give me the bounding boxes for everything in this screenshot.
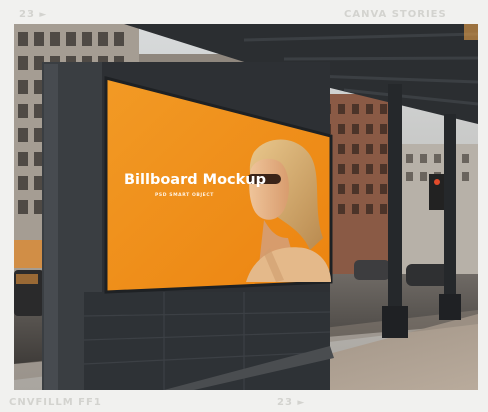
frame-code-label: CNVFILLM FF1 [9, 397, 102, 408]
frame-number-text: 23 [277, 397, 293, 408]
frame-number-text: 23 [19, 9, 35, 20]
frame-brand-label: CANVA STORIES [344, 9, 447, 20]
frame-number-top-left: 23 ► [19, 9, 47, 20]
billboard-title: Billboard Mockup [124, 172, 266, 188]
billboard-subtitle: PSD SMART OBJECT [155, 193, 214, 198]
play-arrow-icon: ► [297, 398, 306, 408]
street-scene-illustration [14, 24, 478, 390]
frame-number-bottom: 23 ► [277, 397, 305, 408]
billboard-photo: Billboard Mockup PSD SMART OBJECT [14, 24, 478, 390]
play-arrow-icon: ► [39, 10, 48, 20]
